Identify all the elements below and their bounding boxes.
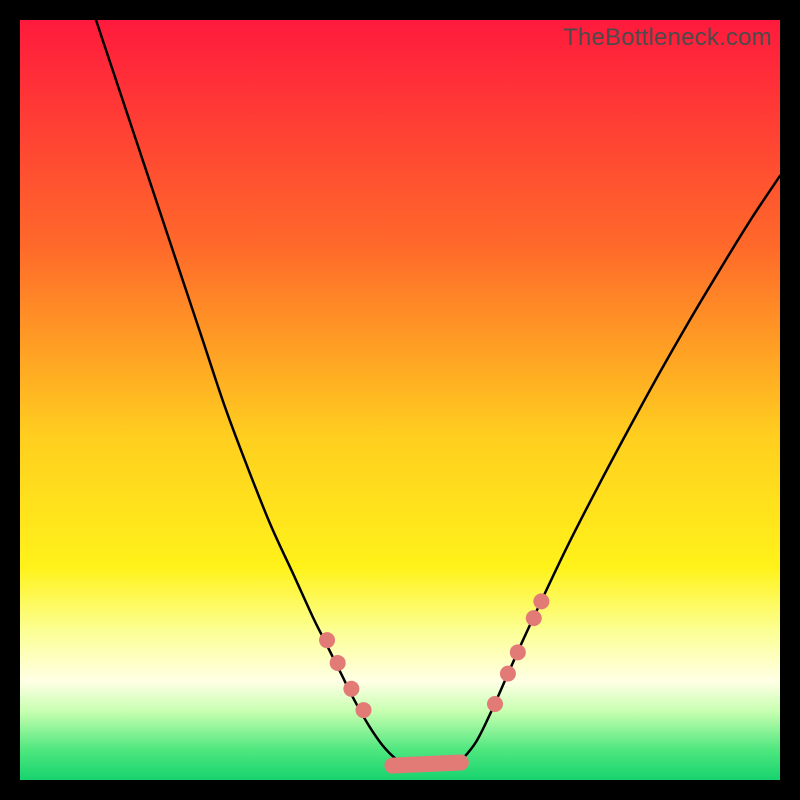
data-marker <box>356 702 372 718</box>
data-marker <box>319 632 335 648</box>
data-marker <box>500 666 516 682</box>
data-marker <box>510 644 526 660</box>
data-marker <box>343 681 359 697</box>
data-marker <box>533 593 549 609</box>
data-marker <box>526 610 542 626</box>
data-marker-capsule <box>392 763 460 766</box>
watermark-text: TheBottleneck.com <box>563 24 772 52</box>
bottleneck-plot <box>20 20 780 780</box>
data-marker <box>487 696 503 712</box>
chart-frame: TheBottleneck.com <box>20 20 780 780</box>
data-marker <box>330 655 346 671</box>
